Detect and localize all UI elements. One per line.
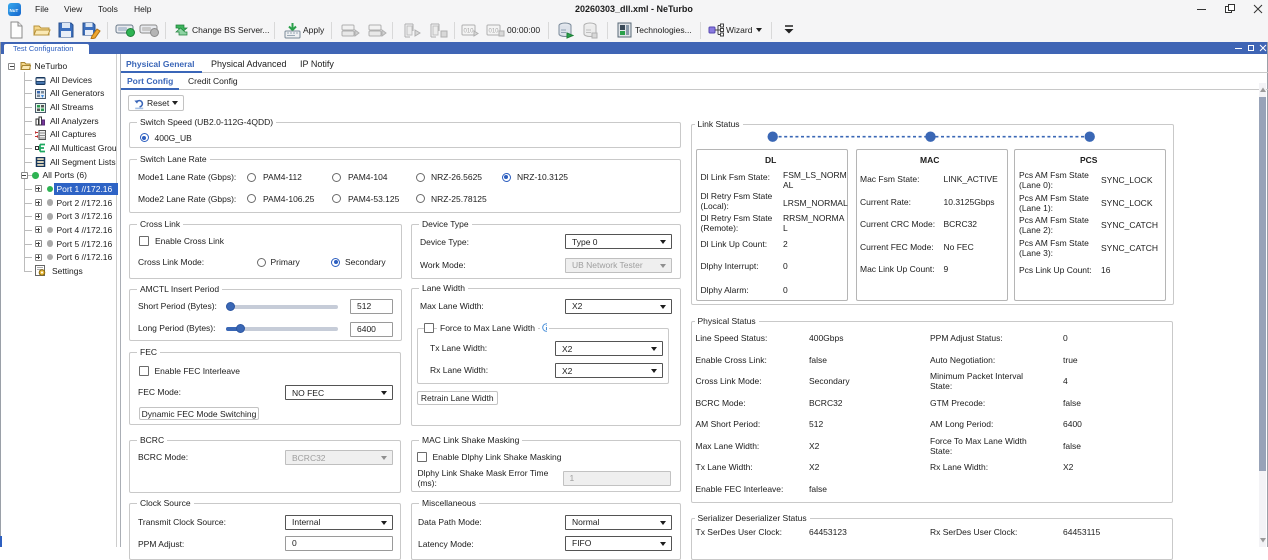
svg-text:010: 010	[489, 29, 500, 35]
svg-text:010: 010	[464, 29, 475, 35]
